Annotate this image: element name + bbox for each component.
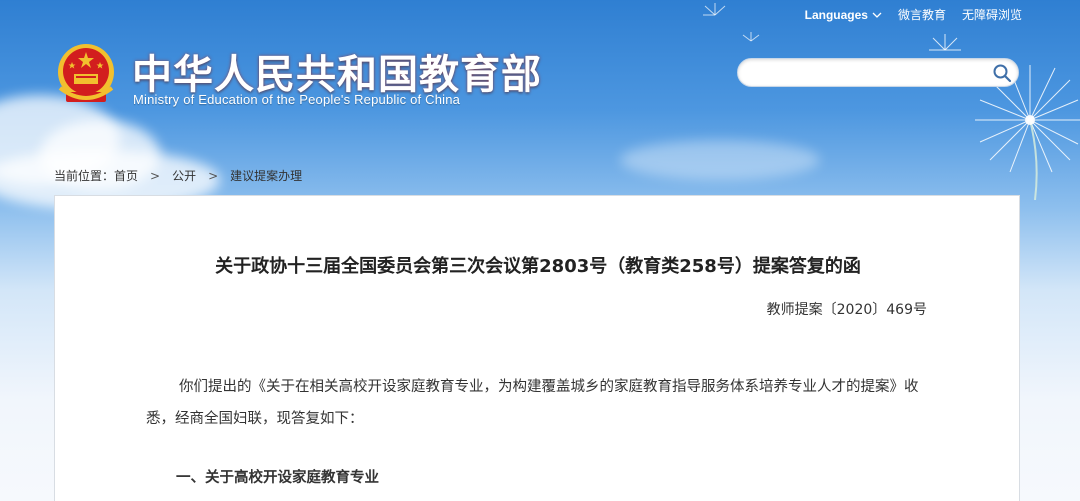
weibo-link[interactable]: 微言教育	[898, 6, 946, 23]
seed-decoration	[742, 32, 760, 42]
breadcrumb-proposals[interactable]: 建议提案办理	[230, 167, 302, 184]
cloud-decoration	[620, 140, 820, 180]
article-title: 关于政协十三届全国委员会第三次会议第2803号（教育类258号）提案答复的函	[215, 256, 861, 277]
article-paragraph: 你们提出的《关于在相关高校开设家庭教育专业，为构建覆盖城乡的家庭教育指导服务体系…	[146, 379, 919, 427]
breadcrumb: 当前位置： 首页 > 公开 > 建议提案办理	[54, 167, 302, 184]
section-heading: 一、关于高校开设家庭教育专业	[176, 470, 379, 486]
article-panel: 关于政协十三届全国委员会第三次会议第2803号（教育类258号）提案答复的函 教…	[54, 195, 1020, 501]
breadcrumb-separator-icon: >	[150, 168, 161, 183]
languages-menu[interactable]: Languages	[805, 8, 882, 22]
breadcrumb-separator-icon: >	[208, 168, 219, 183]
accessibility-link[interactable]: 无障碍浏览	[962, 6, 1022, 23]
chevron-down-icon	[872, 12, 882, 18]
breadcrumb-prefix: 当前位置：	[54, 169, 115, 183]
search-icon[interactable]	[992, 63, 1012, 83]
search-box	[737, 58, 1019, 87]
seed-decoration	[703, 3, 726, 16]
search-input[interactable]	[750, 63, 990, 83]
languages-label: Languages	[804, 7, 868, 22]
site-subtitle: Ministry of Education of the People's Re…	[133, 92, 461, 107]
breadcrumb-public[interactable]: 公开	[172, 167, 196, 184]
top-links: Languages 微言教育 无障碍浏览	[805, 6, 1022, 23]
breadcrumb-home[interactable]: 首页	[114, 167, 138, 184]
document-number: 教师提案〔2020〕469号	[766, 302, 927, 318]
national-emblem-logo[interactable]	[52, 40, 120, 110]
